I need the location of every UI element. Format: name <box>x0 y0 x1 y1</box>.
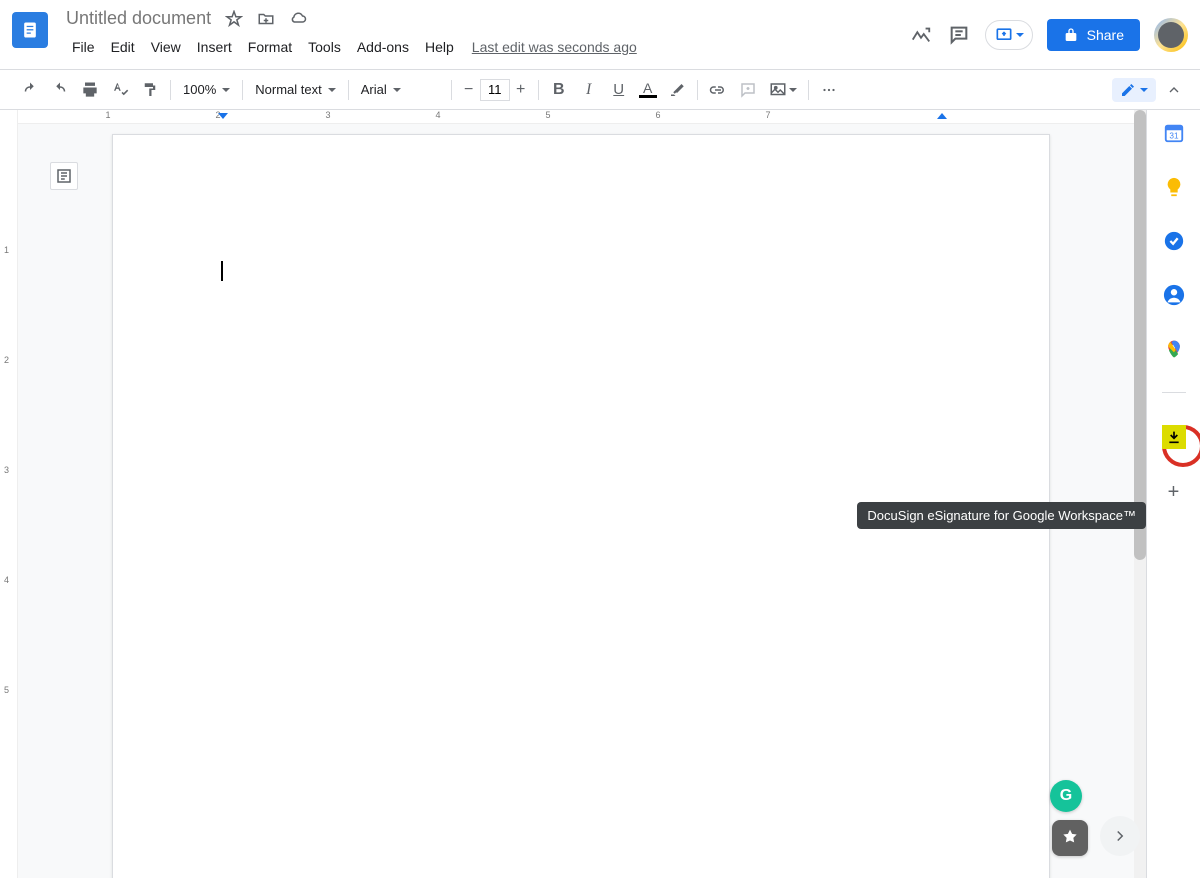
toolbar-separator <box>348 80 349 100</box>
right-indent-marker[interactable] <box>937 113 947 123</box>
explore-button[interactable] <box>1052 820 1088 856</box>
share-label: Share <box>1087 27 1124 43</box>
redo-button[interactable] <box>46 76 74 104</box>
left-indent-marker[interactable] <box>218 113 228 123</box>
docusign-tooltip: DocuSign eSignature for Google Workspace… <box>857 502 1146 529</box>
undo-button[interactable] <box>16 76 44 104</box>
add-comment-button[interactable] <box>734 76 762 104</box>
menu-format[interactable]: Format <box>242 35 298 59</box>
toolbar-separator <box>451 80 452 100</box>
dropdown-arrow-icon <box>1140 88 1148 92</box>
panel-divider <box>1162 392 1186 393</box>
scrollbar-thumb[interactable] <box>1134 110 1146 560</box>
contacts-icon[interactable] <box>1163 284 1185 306</box>
menu-view[interactable]: View <box>145 35 187 59</box>
editing-mode-button[interactable] <box>1112 78 1156 102</box>
maps-icon[interactable] <box>1163 338 1185 360</box>
grammarly-button[interactable]: G <box>1050 780 1082 812</box>
insert-image-button[interactable] <box>764 76 802 104</box>
toolbar-separator <box>538 80 539 100</box>
document-title[interactable]: Untitled document <box>66 8 211 29</box>
tasks-icon[interactable] <box>1163 230 1185 252</box>
menu-edit[interactable]: Edit <box>105 35 141 59</box>
side-panel: 31 + DocuSign eSignature for Google Work… <box>1146 110 1200 878</box>
move-icon[interactable] <box>257 10 275 28</box>
document-canvas: 1 2 3 4 5 6 7 G <box>18 110 1146 878</box>
present-button[interactable] <box>985 20 1033 50</box>
more-button[interactable] <box>815 76 843 104</box>
dropdown-arrow-icon <box>789 88 797 92</box>
toolbar-separator <box>242 80 243 100</box>
underline-button[interactable]: U <box>605 76 633 104</box>
font-size-control: − + <box>458 79 532 101</box>
font-select[interactable]: Arial <box>355 78 445 101</box>
keep-icon[interactable] <box>1163 176 1185 198</box>
docusign-addon[interactable] <box>1162 425 1186 449</box>
side-panel-toggle[interactable] <box>1100 816 1140 856</box>
insert-link-button[interactable] <box>704 76 732 104</box>
highlight-button[interactable] <box>663 76 691 104</box>
text-cursor <box>221 261 223 281</box>
get-addons-button[interactable]: + <box>1163 481 1185 503</box>
calendar-icon[interactable]: 31 <box>1163 122 1185 144</box>
menu-help[interactable]: Help <box>419 35 460 59</box>
toolbar-separator <box>170 80 171 100</box>
cloud-icon[interactable] <box>289 10 307 28</box>
menu-tools[interactable]: Tools <box>302 35 347 59</box>
comments-icon[interactable] <box>947 23 971 47</box>
app-header: Untitled document File Edit View Insert … <box>0 0 1200 70</box>
dropdown-arrow-icon <box>393 88 401 92</box>
activity-icon[interactable] <box>909 23 933 47</box>
outline-button[interactable] <box>50 162 78 190</box>
text-color-button[interactable]: A <box>635 76 661 104</box>
title-area: Untitled document File Edit View Insert … <box>66 8 909 59</box>
menu-addons[interactable]: Add-ons <box>351 35 415 59</box>
hide-menus-button[interactable] <box>1164 80 1184 100</box>
horizontal-ruler[interactable]: 1 2 3 4 5 6 7 <box>18 110 1146 124</box>
zoom-select[interactable]: 100% <box>177 78 236 101</box>
dropdown-arrow-icon <box>1016 33 1024 37</box>
increase-font-button[interactable]: + <box>510 79 532 101</box>
font-size-input[interactable] <box>480 79 510 101</box>
toolbar-separator <box>697 80 698 100</box>
italic-button[interactable]: I <box>575 76 603 104</box>
toolbar-separator <box>808 80 809 100</box>
star-icon[interactable] <box>225 10 243 28</box>
menu-insert[interactable]: Insert <box>191 35 238 59</box>
bold-button[interactable]: B <box>545 76 573 104</box>
account-avatar[interactable] <box>1154 18 1188 52</box>
vertical-scrollbar[interactable] <box>1134 110 1146 878</box>
print-button[interactable] <box>76 76 104 104</box>
svg-text:31: 31 <box>1169 132 1179 141</box>
main-area: 1 2 3 4 5 1 2 3 4 5 6 7 G <box>0 110 1200 878</box>
docusign-icon <box>1162 425 1186 449</box>
menu-file[interactable]: File <box>66 35 101 59</box>
dropdown-arrow-icon <box>222 88 230 92</box>
docs-logo[interactable] <box>12 12 48 48</box>
dropdown-arrow-icon <box>328 88 336 92</box>
decrease-font-button[interactable]: − <box>458 79 480 101</box>
share-button[interactable]: Share <box>1047 19 1140 51</box>
spellcheck-button[interactable] <box>106 76 134 104</box>
paint-format-button[interactable] <box>136 76 164 104</box>
menu-bar: File Edit View Insert Format Tools Add-o… <box>66 35 909 59</box>
paragraph-style-select[interactable]: Normal text <box>249 78 341 101</box>
vertical-ruler[interactable]: 1 2 3 4 5 <box>0 110 18 878</box>
last-edit-link[interactable]: Last edit was seconds ago <box>472 39 637 55</box>
toolbar: 100% Normal text Arial − + B I U A <box>0 70 1200 110</box>
